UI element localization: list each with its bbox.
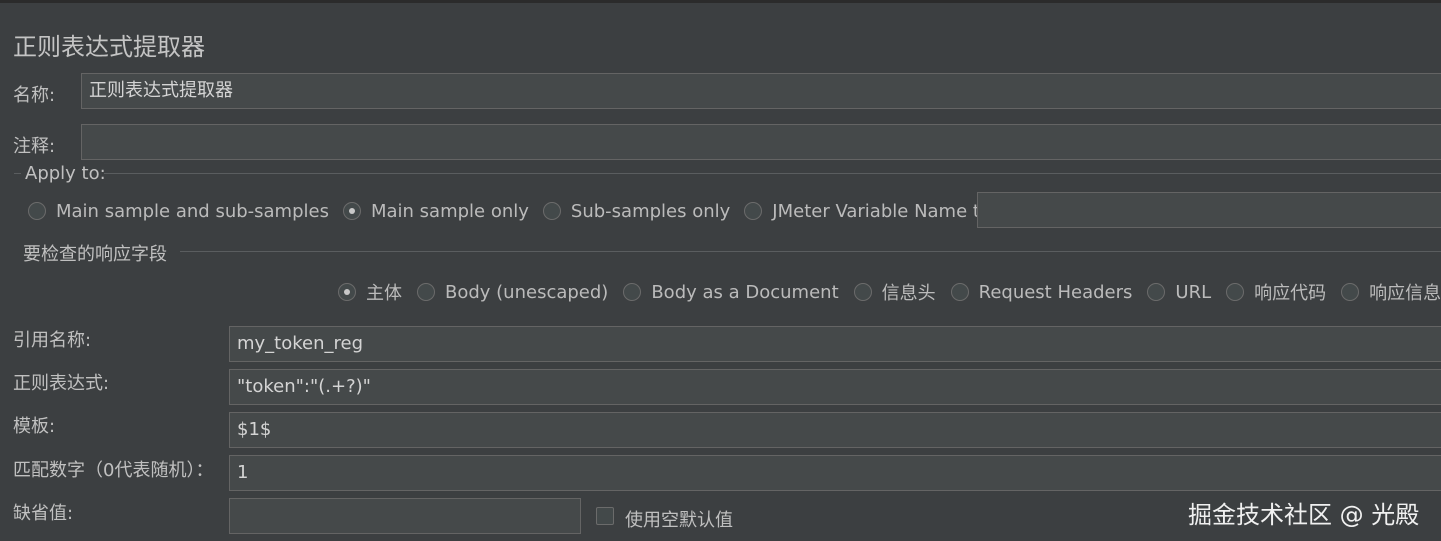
radio-circle-icon <box>744 202 763 220</box>
radio-label: Main sample only <box>370 200 529 222</box>
ref-name-input[interactable]: my_token_reg <box>229 326 1441 362</box>
apply-sub-only-radio[interactable]: Sub-samples only <box>542 200 731 222</box>
window-top-border <box>0 0 1441 3</box>
comment-input[interactable] <box>81 124 1441 160</box>
radio-circle-icon <box>28 202 46 220</box>
apply-main-and-sub-radio[interactable]: Main sample and sub-samples <box>28 201 329 222</box>
field-url-radio[interactable]: URL <box>1147 282 1211 303</box>
radio-circle-icon <box>417 283 435 301</box>
ref-name-label: 引用名称: <box>13 330 92 351</box>
radio-selected-icon <box>342 202 361 220</box>
radio-circle-icon <box>853 283 872 301</box>
field-to-check-border <box>180 251 1441 252</box>
default-value-input[interactable] <box>229 498 581 534</box>
name-label: 名称: <box>13 85 56 106</box>
radio-label: Sub-samples only <box>570 200 731 222</box>
radio-circle-icon <box>1226 283 1245 301</box>
match-no-input[interactable]: 1 <box>229 455 1441 491</box>
radio-circle-icon <box>542 202 561 220</box>
regex-label: 正则表达式: <box>13 373 110 394</box>
match-no-label: 匹配数字（0代表随机）： <box>13 460 214 481</box>
apply-to-border-left <box>14 173 21 174</box>
watermark-text: 掘金技术社区 @ 光殿 <box>1188 501 1420 529</box>
field-body-unescaped-radio[interactable]: Body (unescaped) <box>417 282 608 303</box>
radio-circle-icon <box>1147 283 1166 301</box>
field-body-as-document-radio[interactable]: Body as a Document <box>623 281 839 303</box>
radio-circle-icon <box>950 283 969 301</box>
radio-label: Body as a Document <box>651 281 839 303</box>
radio-label: 响应信息 <box>1369 283 1441 304</box>
jmeter-variable-input[interactable] <box>977 192 1441 228</box>
use-empty-default-checkbox[interactable] <box>596 507 614 525</box>
radio-label: 主体 <box>366 283 402 304</box>
template-input[interactable]: $1$ <box>229 412 1441 448</box>
radio-circle-icon <box>1341 283 1360 301</box>
field-response-message-radio[interactable]: 响应信息 <box>1341 279 1441 305</box>
name-input[interactable]: 正则表达式提取器 <box>81 73 1441 109</box>
comment-label: 注释: <box>13 136 56 157</box>
radio-label: Body (unescaped) <box>445 281 609 303</box>
radio-circle-icon <box>623 283 642 301</box>
apply-main-only-radio[interactable]: Main sample only <box>342 200 529 222</box>
radio-label: URL <box>1175 281 1212 303</box>
radio-label: 信息头 <box>881 283 936 304</box>
field-request-headers-radio[interactable]: Request Headers <box>950 281 1133 303</box>
field-to-check-options: 主体 Body (unescaped) Body as a Document 信… <box>338 280 1441 304</box>
apply-to-border-right <box>104 173 1441 174</box>
template-label: 模板: <box>13 416 56 437</box>
use-empty-default-label: 使用空默认值 <box>625 510 733 531</box>
field-response-code-radio[interactable]: 响应代码 <box>1226 279 1326 305</box>
field-body-radio[interactable]: 主体 <box>338 279 402 305</box>
radio-label: Request Headers <box>978 281 1133 303</box>
panel-title: 正则表达式提取器 <box>13 33 205 61</box>
field-headers-radio[interactable]: 信息头 <box>853 279 936 305</box>
radio-label: Main sample and sub-samples <box>56 200 329 222</box>
regex-input[interactable]: "token":"(.+?)" <box>229 369 1441 405</box>
apply-to-options: Main sample and sub-samples Main sample … <box>28 199 1029 223</box>
default-value-label: 缺省值: <box>13 503 74 524</box>
field-to-check-legend: 要检查的响应字段 <box>23 244 167 265</box>
radio-label: 响应代码 <box>1254 283 1327 304</box>
radio-selected-icon <box>338 283 356 301</box>
apply-to-legend: Apply to: <box>25 163 106 184</box>
